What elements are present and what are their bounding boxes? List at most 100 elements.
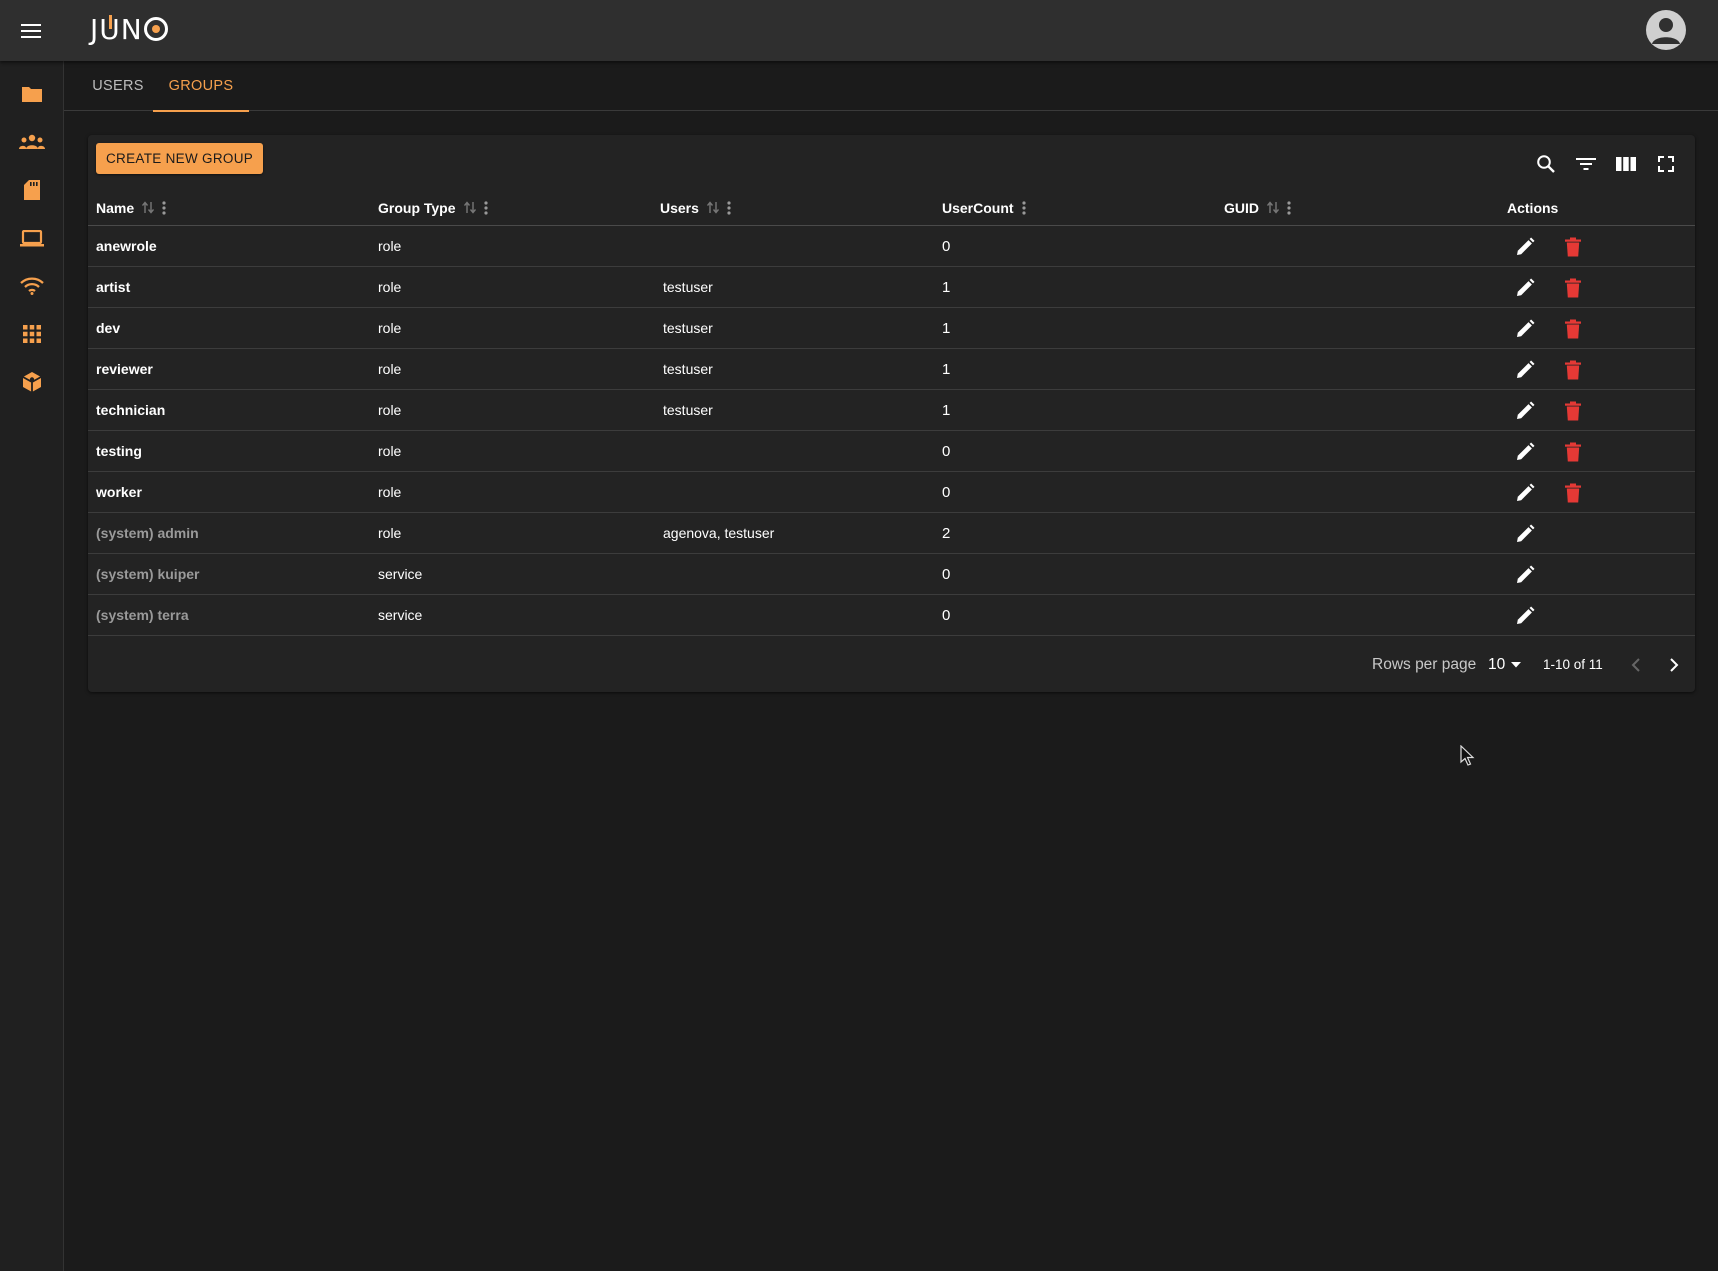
column-menu-icon[interactable] bbox=[727, 200, 731, 215]
group-type: role bbox=[378, 484, 402, 500]
group-user-count: 0 bbox=[942, 237, 951, 255]
sort-icon[interactable] bbox=[142, 201, 155, 214]
chevron-left-icon[interactable] bbox=[1622, 651, 1650, 679]
apps-grid-icon[interactable] bbox=[12, 314, 52, 354]
fullscreen-icon[interactable] bbox=[1652, 150, 1680, 178]
sd-card-icon[interactable] bbox=[12, 170, 52, 210]
delete-icon[interactable] bbox=[1560, 275, 1586, 301]
sort-icon[interactable] bbox=[706, 201, 719, 214]
table-row: (system) admin role agenova, testuser 2 bbox=[88, 513, 1695, 554]
menu-icon[interactable] bbox=[14, 14, 48, 48]
delete-icon[interactable] bbox=[1560, 398, 1586, 424]
table-row: (system) terra service 0 bbox=[88, 595, 1695, 636]
delete-icon[interactable] bbox=[1560, 316, 1586, 342]
edit-icon[interactable] bbox=[1512, 521, 1538, 547]
laptop-icon[interactable] bbox=[12, 218, 52, 258]
group-users: agenova, testuser bbox=[663, 525, 775, 541]
column-header-label: Actions bbox=[1507, 199, 1559, 216]
group-users: testuser bbox=[663, 320, 713, 336]
group-users: testuser bbox=[663, 402, 713, 418]
column-menu-icon[interactable] bbox=[162, 200, 166, 215]
group-type: service bbox=[378, 607, 423, 623]
group-user-count: 0 bbox=[942, 606, 951, 624]
create-new-group-button[interactable]: CREATE NEW GROUP bbox=[96, 143, 264, 174]
edit-icon[interactable] bbox=[1512, 439, 1538, 465]
group-type: role bbox=[378, 279, 402, 295]
edit-icon[interactable] bbox=[1512, 316, 1538, 342]
column-menu-icon[interactable] bbox=[1021, 200, 1026, 215]
group-user-count: 1 bbox=[942, 319, 951, 337]
group-user-count: 1 bbox=[942, 401, 951, 419]
package-icon[interactable] bbox=[12, 362, 52, 402]
group-name: (system) terra bbox=[96, 607, 189, 623]
group-name: testing bbox=[96, 443, 142, 459]
delete-icon[interactable] bbox=[1560, 357, 1586, 383]
edit-icon[interactable] bbox=[1512, 480, 1538, 506]
delete-icon[interactable] bbox=[1560, 234, 1586, 260]
tab-groups[interactable]: GROUPS bbox=[153, 61, 249, 112]
group-name: (system) admin bbox=[96, 525, 199, 541]
pagination-range: 1-10 of 11 bbox=[1543, 657, 1603, 672]
column-header-guid[interactable]: GUID bbox=[1224, 189, 1291, 226]
column-header-label: GUID bbox=[1224, 199, 1259, 216]
table-header: Name Group Type Users UserCount GUID Act… bbox=[88, 189, 1695, 226]
tab-users[interactable]: USERS bbox=[76, 61, 160, 111]
column-menu-icon[interactable] bbox=[1287, 200, 1291, 215]
groups-icon[interactable] bbox=[12, 122, 52, 162]
group-type: role bbox=[378, 361, 402, 377]
tab-bar: USERS GROUPS bbox=[64, 61, 1718, 112]
delete-icon[interactable] bbox=[1560, 480, 1586, 506]
column-header-label: Group Type bbox=[378, 199, 456, 216]
sort-icon[interactable] bbox=[463, 201, 476, 214]
rows-per-page-select[interactable]: 10 bbox=[1488, 652, 1522, 678]
column-header-name[interactable]: Name bbox=[96, 189, 166, 226]
group-name: artist bbox=[96, 279, 131, 295]
group-type: role bbox=[378, 443, 402, 459]
sort-icon[interactable] bbox=[1267, 201, 1279, 214]
app-logo: JUN bbox=[90, 12, 168, 46]
delete-icon[interactable] bbox=[1560, 439, 1586, 465]
group-type: role bbox=[378, 238, 402, 254]
table-row: (system) kuiper service 0 bbox=[88, 554, 1695, 595]
column-header-label: Name bbox=[96, 199, 135, 216]
group-users: testuser bbox=[663, 279, 713, 295]
table-pagination: Rows per page 10 1-10 of 11 bbox=[88, 637, 1695, 692]
groups-table-card: CREATE NEW GROUP Name Group Type Users U… bbox=[88, 135, 1695, 692]
column-header-group-type[interactable]: Group Type bbox=[378, 189, 488, 226]
filter-icon[interactable] bbox=[1572, 150, 1600, 178]
group-users: testuser bbox=[663, 361, 713, 377]
group-name: (system) kuiper bbox=[96, 566, 200, 582]
column-header-users[interactable]: Users bbox=[660, 189, 731, 226]
edit-icon[interactable] bbox=[1512, 398, 1538, 424]
group-user-count: 1 bbox=[942, 278, 951, 296]
column-header-actions: Actions bbox=[1507, 189, 1558, 226]
group-name: reviewer bbox=[96, 361, 153, 377]
group-user-count: 1 bbox=[942, 360, 951, 378]
group-name: dev bbox=[96, 320, 121, 336]
edit-icon[interactable] bbox=[1512, 562, 1538, 588]
table-row: worker role 0 bbox=[88, 472, 1695, 513]
table-row: reviewer role testuser 1 bbox=[88, 349, 1695, 390]
column-header-usercount[interactable]: UserCount bbox=[942, 189, 1026, 226]
account-avatar-icon[interactable] bbox=[1646, 10, 1686, 50]
wifi-icon[interactable] bbox=[12, 266, 52, 306]
group-user-count: 0 bbox=[942, 565, 951, 583]
rows-per-page-value: 10 bbox=[1488, 656, 1506, 673]
folder-icon[interactable] bbox=[12, 74, 52, 114]
edit-icon[interactable] bbox=[1512, 603, 1538, 629]
column-menu-icon[interactable] bbox=[483, 200, 488, 215]
table-row: dev role testuser 1 bbox=[88, 308, 1695, 349]
edit-icon[interactable] bbox=[1512, 234, 1538, 260]
search-icon[interactable] bbox=[1532, 150, 1560, 178]
table-row: anewrole role 0 bbox=[88, 226, 1695, 267]
group-name: technician bbox=[96, 402, 166, 418]
chevron-right-icon[interactable] bbox=[1660, 651, 1688, 679]
group-user-count: 2 bbox=[942, 524, 951, 542]
edit-icon[interactable] bbox=[1512, 275, 1538, 301]
columns-icon[interactable] bbox=[1612, 150, 1640, 178]
group-user-count: 0 bbox=[942, 442, 951, 460]
edit-icon[interactable] bbox=[1512, 357, 1538, 383]
table-body: anewrole role 0 artist role testuser 1 dev role t… bbox=[88, 226, 1695, 636]
mouse-cursor-icon bbox=[1460, 744, 1476, 767]
group-type: role bbox=[378, 402, 402, 418]
